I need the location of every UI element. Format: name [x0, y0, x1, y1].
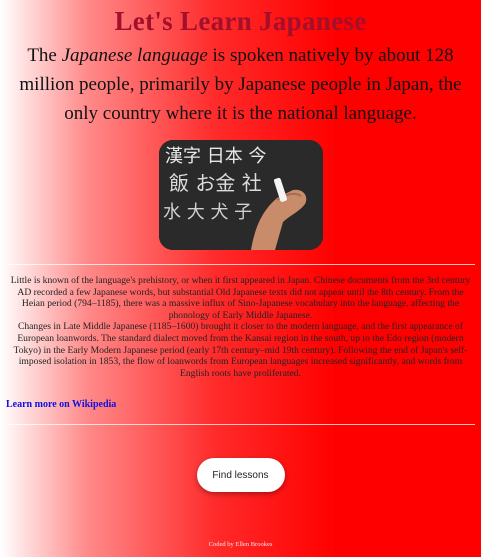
chalk-glyphs-top: 漢字 日本 今	[165, 146, 266, 167]
chalk-glyphs-low: 水 大 犬 子	[163, 202, 252, 223]
button-container: Find lessons	[0, 458, 481, 493]
history-paragraph-1: Little is known of the language's prehis…	[10, 275, 471, 321]
wikipedia-link[interactable]: Learn more on Wikipedia	[6, 399, 481, 410]
footer-credit: Coded by Ellen Brookes	[208, 541, 273, 548]
chalkboard-illustration: 漢字 日本 今 飯 お金 社 水 大 犬 子	[158, 140, 323, 250]
find-lessons-button[interactable]: Find lessons	[196, 458, 285, 493]
photo-container: 漢字 日本 今 飯 お金 社 水 大 犬 子	[0, 140, 481, 250]
intro-text-start: The	[27, 45, 62, 66]
divider-bottom	[6, 424, 475, 426]
page-title: Let's Learn Japanese	[114, 6, 367, 36]
intro-text: The Japanese language is spoken natively…	[14, 41, 467, 128]
chalk-glyphs-middle: 飯 お金 社	[169, 171, 262, 195]
chalkboard-image: 漢字 日本 今 飯 お金 社 水 大 犬 子	[158, 140, 323, 250]
divider-top	[6, 264, 475, 265]
history-section: Little is known of the language's prehis…	[6, 275, 475, 379]
history-paragraph-2: Changes in Late Middle Japanese (1185–16…	[13, 321, 468, 379]
intro-emphasis: Japanese language	[61, 45, 208, 66]
